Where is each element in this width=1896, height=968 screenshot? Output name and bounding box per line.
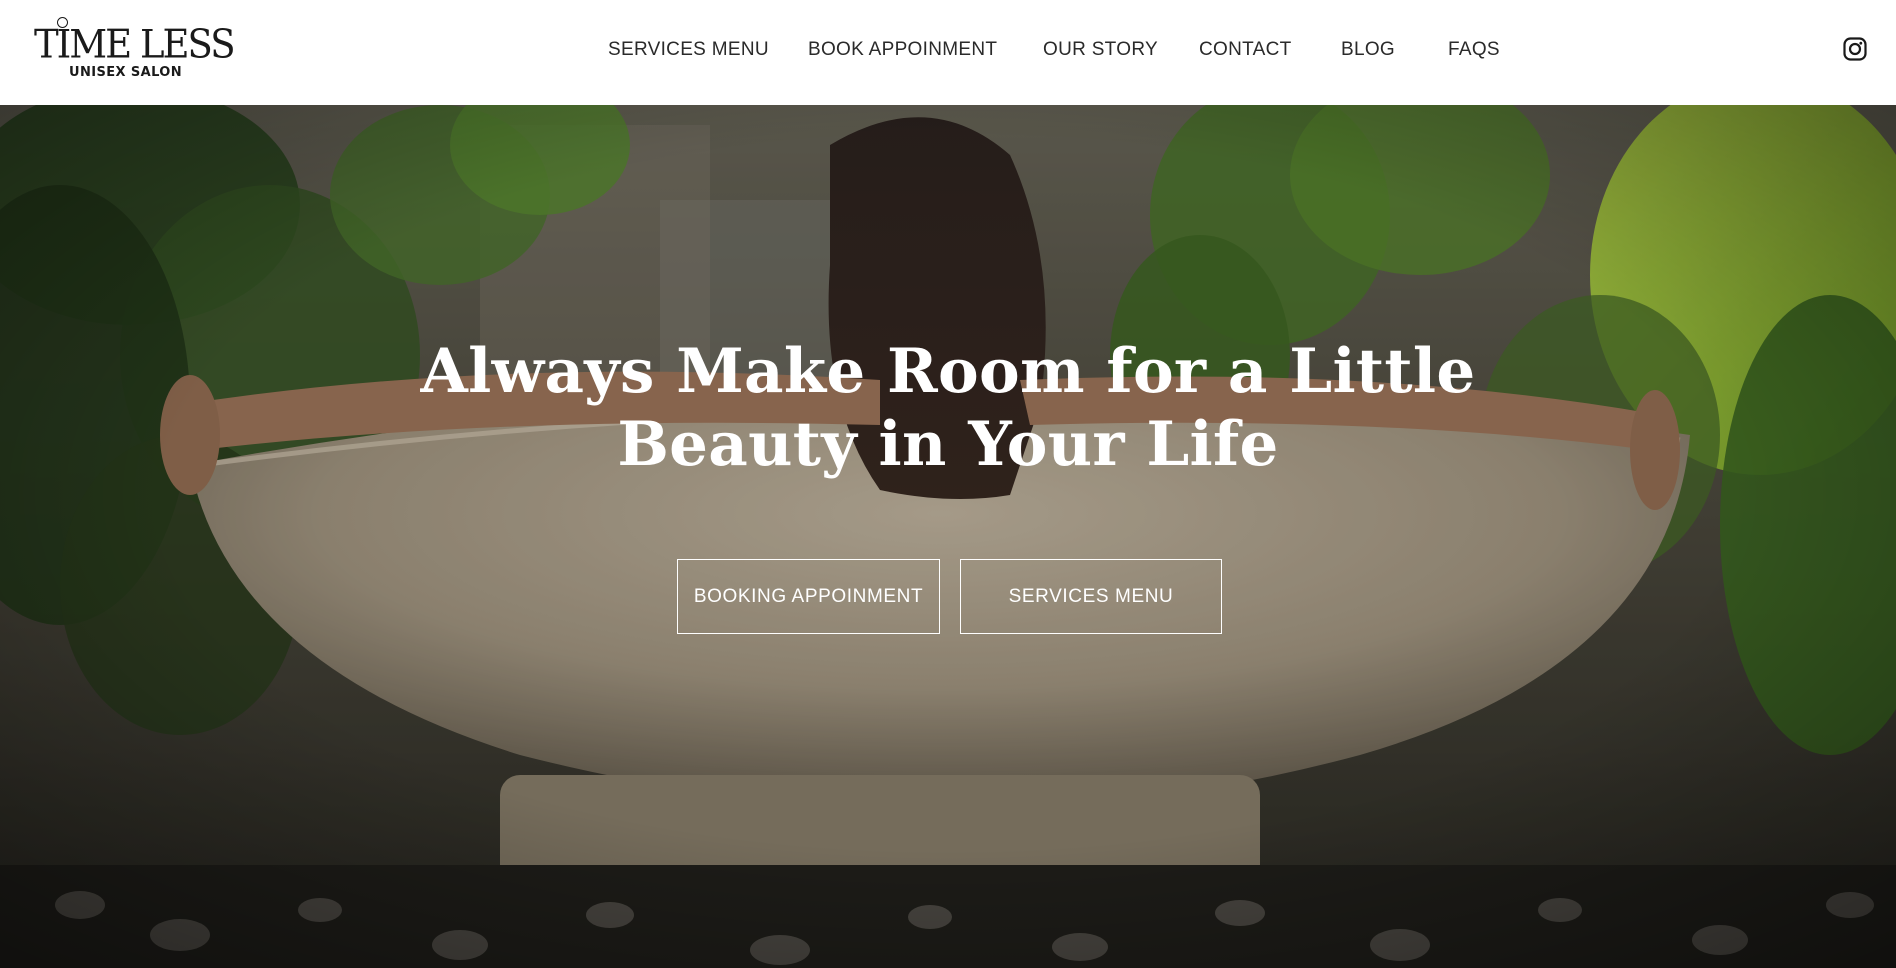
- hero-heading-line1: Always Make Room for a Little: [420, 336, 1476, 407]
- hero-heading-line2: Beauty in Your Life: [617, 409, 1279, 480]
- nav-contact[interactable]: CONTACT: [1199, 39, 1292, 61]
- hero-section: Always Make Room for a Little Beauty in …: [0, 105, 1896, 968]
- page: TIME LESS UNISEX SALON SERVICES MENU BOO…: [0, 0, 1896, 968]
- nav-book-appointment[interactable]: BOOK APPOINMENT: [808, 39, 997, 61]
- site-header: TIME LESS UNISEX SALON SERVICES MENU BOO…: [0, 0, 1896, 105]
- hero-heading: Always Make Room for a Little Beauty in …: [0, 335, 1896, 481]
- nav-our-story[interactable]: OUR STORY: [1043, 39, 1158, 61]
- nav-blog[interactable]: BLOG: [1341, 39, 1395, 61]
- nav-services-menu[interactable]: SERVICES MENU: [608, 39, 769, 61]
- services-menu-button[interactable]: SERVICES MENU: [960, 559, 1222, 634]
- hero-background-image: [0, 105, 1896, 968]
- booking-appointment-button[interactable]: BOOKING APPOINMENT: [677, 559, 940, 634]
- instagram-icon[interactable]: [1843, 37, 1867, 61]
- nav-faqs[interactable]: FAQS: [1448, 39, 1500, 61]
- main-nav: SERVICES MENU BOOK APPOINMENT OUR STORY …: [0, 0, 1896, 105]
